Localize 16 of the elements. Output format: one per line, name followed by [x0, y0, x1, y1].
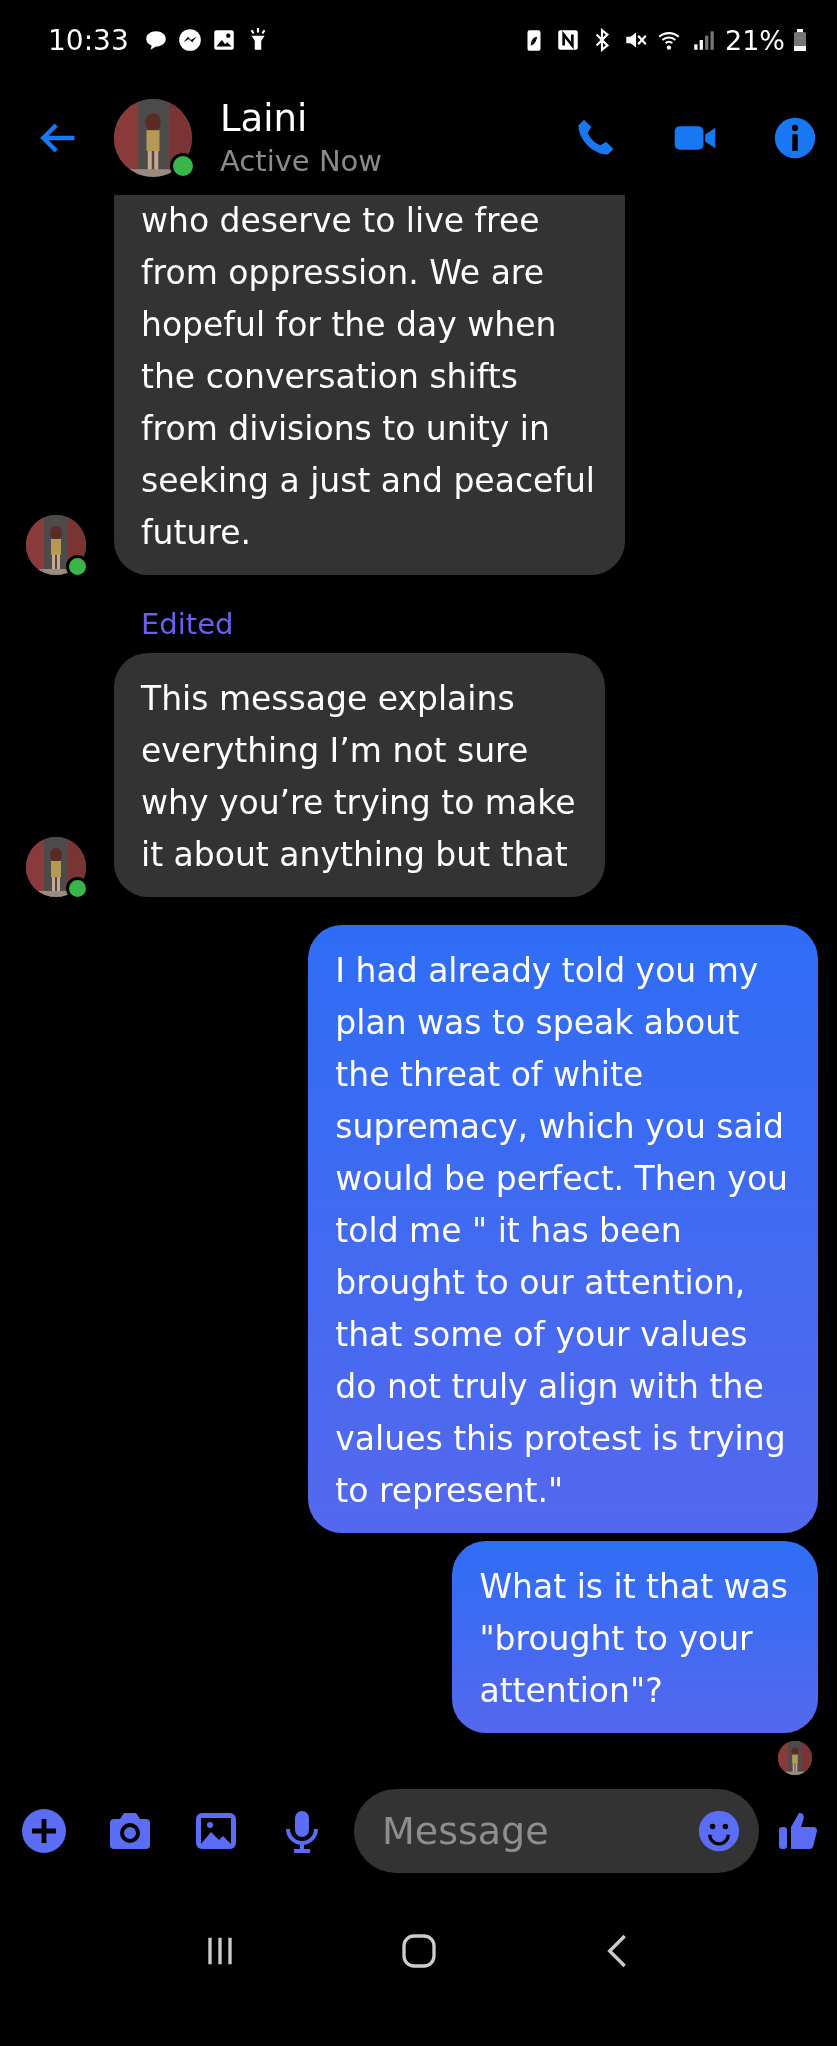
battery-percent: 21%	[725, 24, 785, 56]
message-bubble[interactable]: I had already told you my plan was to speak about the threat of white supremacy, which you said would be perfect. Then you told me " it has been brought to our attention, that some of your values do not truly align with the values this protest is trying to represent."	[308, 925, 818, 1533]
message-bubble[interactable]: What is it that was "brought to your attention"?	[452, 1541, 818, 1733]
plus-icon[interactable]	[20, 1807, 68, 1855]
messenger-icon	[176, 27, 203, 53]
message-input[interactable]: Message	[354, 1789, 759, 1873]
contact-name[interactable]: Laini	[220, 95, 517, 142]
contact-status: Active Now	[220, 142, 384, 180]
info-icon[interactable]	[773, 115, 817, 160]
message-bubble[interactable]: This message explains everything I’m not sure why you’re trying to make it about anything but that	[114, 653, 606, 897]
message-bubble[interactable]: who deserve to live free from oppression. We are hopeful for the day when the conversation shifts from divisions to unity in seeking a just and peaceful future.	[114, 195, 626, 575]
battery-icon	[793, 27, 807, 53]
edited-label: Edited	[141, 607, 235, 641]
nfc-icon	[555, 27, 581, 53]
emoji-icon[interactable]	[697, 1809, 741, 1853]
status-time: 10:33	[48, 23, 129, 57]
